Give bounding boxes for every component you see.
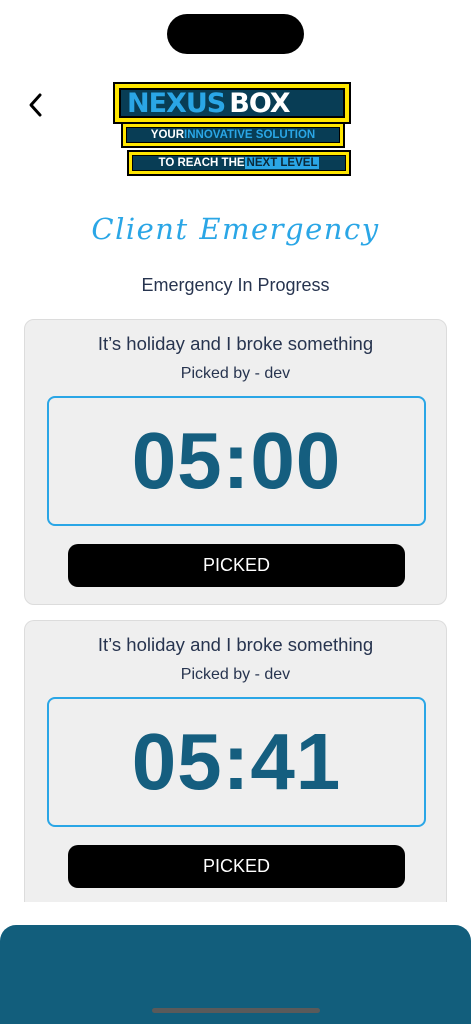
picked-button[interactable]: PICKED	[68, 544, 405, 587]
timer-value: 05:00	[131, 416, 342, 505]
timer-value: 05:41	[131, 717, 342, 806]
picked-button[interactable]: PICKED	[68, 845, 405, 888]
logo-tagline-2: TO REACH THE NEXT LEVEL	[127, 150, 351, 176]
emergency-title: It’s holiday and I broke something	[97, 634, 374, 655]
logo-tagline-2-part2: NEXT LEVEL	[244, 157, 320, 169]
logo-tagline-1-part1: YOUR	[150, 129, 185, 141]
timer-display: 05:00	[47, 396, 426, 526]
section-title: Emergency In Progress	[141, 275, 330, 295]
timer-display: 05:41	[47, 697, 426, 827]
picked-by-label: Picked by - dev	[180, 666, 291, 683]
picked-by-label: Picked by - dev	[180, 365, 291, 382]
page-title: Client Emergency	[91, 212, 380, 246]
emergency-card: It’s holiday and I broke something Picke…	[24, 319, 447, 605]
nexusbox-logo: NEXUS BOX YOUR INNOVATIVE SOLUTION TO RE…	[113, 82, 351, 182]
home-indicator[interactable]	[152, 1008, 320, 1013]
dynamic-island	[167, 14, 304, 54]
chevron-left-icon	[29, 93, 42, 117]
emergency-title: It’s holiday and I broke something	[97, 333, 374, 354]
logo-word-nexus: NEXUS	[127, 87, 226, 119]
logo-tagline-2-part1: TO REACH THE	[158, 157, 245, 169]
back-button[interactable]	[20, 88, 50, 122]
emergency-card: It’s holiday and I broke something Picke…	[24, 620, 447, 902]
logo-tagline-1-part2: INNOVATIVE SOLUTION	[184, 129, 316, 141]
logo-word-box: BOX	[229, 87, 290, 119]
logo-wordmark: NEXUS BOX	[113, 82, 351, 124]
logo-tagline-1: YOUR INNOVATIVE SOLUTION	[121, 122, 345, 148]
